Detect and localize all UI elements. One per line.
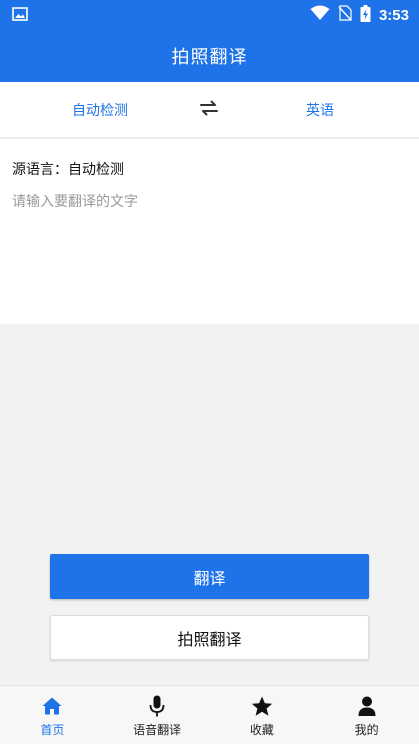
nav-item-profile[interactable]: 我的	[314, 686, 419, 744]
target-language-label: 英语	[306, 103, 334, 119]
source-language-caption: 源语言：自动检测	[12, 162, 124, 178]
input-area: 源语言：自动检测	[0, 139, 419, 324]
source-language-button[interactable]: 自动检测	[40, 82, 160, 138]
star-icon	[250, 694, 274, 718]
image-notification-icon	[12, 6, 28, 25]
battery-charging-icon	[360, 4, 371, 26]
bottom-navigation: 首页 语音翻译 收藏 我的	[0, 685, 419, 744]
nav-item-favorites[interactable]: 收藏	[210, 686, 315, 744]
microphone-icon	[145, 694, 169, 718]
swap-icon	[199, 100, 219, 120]
status-right: 3:53	[310, 4, 409, 26]
nav-label-home: 首页	[40, 723, 65, 737]
nav-label-voice-translate: 语音翻译	[133, 723, 182, 737]
status-left	[12, 6, 28, 25]
status-bar: 3:53	[0, 0, 419, 30]
language-bar: 自动检测 英语	[0, 82, 419, 138]
app-bar: 拍照翻译	[0, 30, 419, 82]
status-time: 3:53	[378, 6, 409, 24]
swap-languages-button[interactable]	[196, 98, 222, 122]
translate-text-input[interactable]	[12, 191, 407, 311]
nav-label-profile: 我的	[354, 723, 379, 737]
wifi-icon	[310, 5, 330, 25]
source-language-label: 自动检测	[72, 103, 128, 119]
photo-translate-button[interactable]: 拍照翻译	[50, 615, 369, 660]
nav-label-favorites: 收藏	[249, 723, 274, 737]
no-sim-icon	[338, 5, 352, 25]
target-language-button[interactable]: 英语	[260, 82, 380, 138]
nav-item-home[interactable]: 首页	[0, 686, 105, 744]
nav-item-voice-translate[interactable]: 语音翻译	[105, 686, 210, 744]
translate-button[interactable]: 翻译	[50, 554, 369, 599]
home-icon	[40, 694, 64, 718]
page-title: 拍照翻译	[171, 47, 248, 68]
person-icon	[355, 694, 379, 718]
